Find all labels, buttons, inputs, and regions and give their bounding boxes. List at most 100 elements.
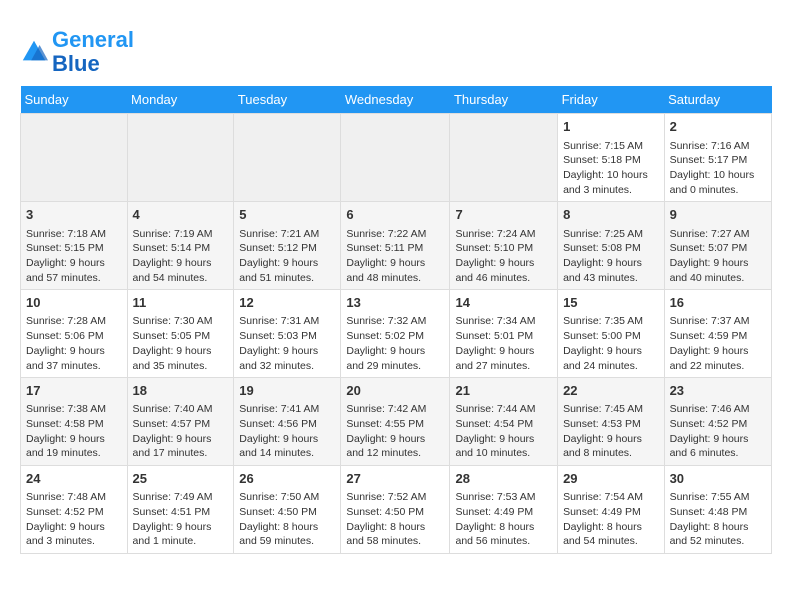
- calendar-cell: 24 Sunrise: 7:48 AM Sunset: 4:52 PM Dayli…: [21, 466, 128, 554]
- logo-text: General Blue: [52, 28, 134, 76]
- weekday-header-wednesday: Wednesday: [341, 86, 450, 114]
- calendar-cell: 10 Sunrise: 7:28 AM Sunset: 5:06 PM Dayli…: [21, 290, 128, 378]
- calendar-cell: 23Sunrise: 7:46 AM Sunset: 4:52 PM Dayli…: [664, 378, 771, 466]
- day-number: 29: [563, 470, 659, 488]
- day-number: 13: [346, 294, 444, 312]
- day-number: 24: [26, 470, 122, 488]
- calendar-cell: 6Sunrise: 7:22 AM Sunset: 5:11 PM Daylig…: [341, 202, 450, 290]
- day-info: Sunrise: 7:31 AM Sunset: 5:03 PM Dayligh…: [239, 314, 335, 373]
- calendar-body: 1Sunrise: 7:15 AM Sunset: 5:18 PM Daylig…: [21, 114, 772, 554]
- calendar-cell: [341, 114, 450, 202]
- week-row-4: 17 Sunrise: 7:38 AM Sunset: 4:58 PM Dayli…: [21, 378, 772, 466]
- day-number: 22: [563, 382, 659, 400]
- week-row-2: 3 Sunrise: 7:18 AM Sunset: 5:15 PM Daylig…: [21, 202, 772, 290]
- calendar-cell: 30 Sunrise: 7:55 AM Sunset: 4:48 PM Dayli…: [664, 466, 771, 554]
- calendar-cell: 18 Sunrise: 7:40 AM Sunset: 4:57 PM Dayli…: [127, 378, 234, 466]
- day-number: 10: [26, 294, 122, 312]
- day-number: 30: [670, 470, 766, 488]
- calendar-header: SundayMondayTuesdayWednesdayThursdayFrid…: [21, 86, 772, 114]
- logo: General Blue: [20, 28, 134, 76]
- calendar-cell: 9Sunrise: 7:27 AM Sunset: 5:07 PM Daylig…: [664, 202, 771, 290]
- day-number: 16: [670, 294, 766, 312]
- day-info: Sunrise: 7:54 AM Sunset: 4:49 PM Dayligh…: [563, 490, 659, 549]
- day-info: Sunrise: 7:15 AM Sunset: 5:18 PM Dayligh…: [563, 139, 659, 198]
- calendar-cell: 27 Sunrise: 7:52 AM Sunset: 4:50 PM Dayli…: [341, 466, 450, 554]
- day-info: Sunrise: 7:42 AM Sunset: 4:55 PM Dayligh…: [346, 402, 444, 461]
- day-number: 18: [133, 382, 229, 400]
- calendar-cell: 26 Sunrise: 7:50 AM Sunset: 4:50 PM Dayli…: [234, 466, 341, 554]
- logo-icon: [20, 38, 48, 66]
- weekday-header-friday: Friday: [558, 86, 665, 114]
- day-number: 21: [455, 382, 552, 400]
- calendar-cell: 8 Sunrise: 7:25 AM Sunset: 5:08 PM Daylig…: [558, 202, 665, 290]
- day-info: Sunrise: 7:21 AM Sunset: 5:12 PM Dayligh…: [239, 227, 335, 286]
- day-info: Sunrise: 7:46 AM Sunset: 4:52 PM Dayligh…: [670, 402, 766, 461]
- weekday-header-saturday: Saturday: [664, 86, 771, 114]
- day-info: Sunrise: 7:30 AM Sunset: 5:05 PM Dayligh…: [133, 314, 229, 373]
- day-info: Sunrise: 7:40 AM Sunset: 4:57 PM Dayligh…: [133, 402, 229, 461]
- day-number: 27: [346, 470, 444, 488]
- day-info: Sunrise: 7:34 AM Sunset: 5:01 PM Dayligh…: [455, 314, 552, 373]
- day-info: Sunrise: 7:55 AM Sunset: 4:48 PM Dayligh…: [670, 490, 766, 549]
- day-number: 8: [563, 206, 659, 224]
- day-number: 17: [26, 382, 122, 400]
- day-info: Sunrise: 7:50 AM Sunset: 4:50 PM Dayligh…: [239, 490, 335, 549]
- calendar-cell: [127, 114, 234, 202]
- page-header: General Blue: [20, 20, 772, 76]
- day-number: 7: [455, 206, 552, 224]
- day-info: Sunrise: 7:19 AM Sunset: 5:14 PM Dayligh…: [133, 227, 229, 286]
- day-info: Sunrise: 7:32 AM Sunset: 5:02 PM Dayligh…: [346, 314, 444, 373]
- calendar-cell: 25Sunrise: 7:49 AM Sunset: 4:51 PM Dayli…: [127, 466, 234, 554]
- day-number: 26: [239, 470, 335, 488]
- calendar-cell: 2Sunrise: 7:16 AM Sunset: 5:17 PM Daylig…: [664, 114, 771, 202]
- weekday-header-sunday: Sunday: [21, 86, 128, 114]
- day-number: 15: [563, 294, 659, 312]
- calendar-cell: 1Sunrise: 7:15 AM Sunset: 5:18 PM Daylig…: [558, 114, 665, 202]
- day-info: Sunrise: 7:53 AM Sunset: 4:49 PM Dayligh…: [455, 490, 552, 549]
- week-row-1: 1Sunrise: 7:15 AM Sunset: 5:18 PM Daylig…: [21, 114, 772, 202]
- day-number: 11: [133, 294, 229, 312]
- calendar-cell: 15 Sunrise: 7:35 AM Sunset: 5:00 PM Dayli…: [558, 290, 665, 378]
- calendar-cell: [234, 114, 341, 202]
- day-number: 4: [133, 206, 229, 224]
- day-info: Sunrise: 7:45 AM Sunset: 4:53 PM Dayligh…: [563, 402, 659, 461]
- day-info: Sunrise: 7:48 AM Sunset: 4:52 PM Dayligh…: [26, 490, 122, 549]
- day-info: Sunrise: 7:35 AM Sunset: 5:00 PM Dayligh…: [563, 314, 659, 373]
- calendar-cell: 7Sunrise: 7:24 AM Sunset: 5:10 PM Daylig…: [450, 202, 558, 290]
- calendar-cell: 4 Sunrise: 7:19 AM Sunset: 5:14 PM Daylig…: [127, 202, 234, 290]
- week-row-5: 24 Sunrise: 7:48 AM Sunset: 4:52 PM Dayli…: [21, 466, 772, 554]
- weekday-header-monday: Monday: [127, 86, 234, 114]
- day-number: 14: [455, 294, 552, 312]
- weekday-header-row: SundayMondayTuesdayWednesdayThursdayFrid…: [21, 86, 772, 114]
- calendar-cell: 17 Sunrise: 7:38 AM Sunset: 4:58 PM Dayli…: [21, 378, 128, 466]
- day-number: 19: [239, 382, 335, 400]
- day-number: 9: [670, 206, 766, 224]
- calendar-cell: 19 Sunrise: 7:41 AM Sunset: 4:56 PM Dayli…: [234, 378, 341, 466]
- calendar-cell: 3 Sunrise: 7:18 AM Sunset: 5:15 PM Daylig…: [21, 202, 128, 290]
- day-info: Sunrise: 7:18 AM Sunset: 5:15 PM Dayligh…: [26, 227, 122, 286]
- calendar-cell: 13 Sunrise: 7:32 AM Sunset: 5:02 PM Dayli…: [341, 290, 450, 378]
- day-info: Sunrise: 7:52 AM Sunset: 4:50 PM Dayligh…: [346, 490, 444, 549]
- calendar-cell: 12Sunrise: 7:31 AM Sunset: 5:03 PM Dayli…: [234, 290, 341, 378]
- day-info: Sunrise: 7:28 AM Sunset: 5:06 PM Dayligh…: [26, 314, 122, 373]
- week-row-3: 10 Sunrise: 7:28 AM Sunset: 5:06 PM Dayli…: [21, 290, 772, 378]
- day-info: Sunrise: 7:22 AM Sunset: 5:11 PM Dayligh…: [346, 227, 444, 286]
- calendar-cell: 14 Sunrise: 7:34 AM Sunset: 5:01 PM Dayli…: [450, 290, 558, 378]
- calendar-cell: 11 Sunrise: 7:30 AM Sunset: 5:05 PM Dayli…: [127, 290, 234, 378]
- day-info: Sunrise: 7:37 AM Sunset: 4:59 PM Dayligh…: [670, 314, 766, 373]
- day-number: 28: [455, 470, 552, 488]
- calendar-cell: 20 Sunrise: 7:42 AM Sunset: 4:55 PM Dayli…: [341, 378, 450, 466]
- day-number: 20: [346, 382, 444, 400]
- day-number: 25: [133, 470, 229, 488]
- calendar-cell: 28 Sunrise: 7:53 AM Sunset: 4:49 PM Dayli…: [450, 466, 558, 554]
- day-info: Sunrise: 7:25 AM Sunset: 5:08 PM Dayligh…: [563, 227, 659, 286]
- calendar-cell: 5 Sunrise: 7:21 AM Sunset: 5:12 PM Daylig…: [234, 202, 341, 290]
- day-number: 5: [239, 206, 335, 224]
- day-number: 3: [26, 206, 122, 224]
- calendar-table: SundayMondayTuesdayWednesdayThursdayFrid…: [20, 86, 772, 554]
- calendar-cell: [21, 114, 128, 202]
- day-info: Sunrise: 7:41 AM Sunset: 4:56 PM Dayligh…: [239, 402, 335, 461]
- calendar-cell: 29 Sunrise: 7:54 AM Sunset: 4:49 PM Dayli…: [558, 466, 665, 554]
- day-info: Sunrise: 7:38 AM Sunset: 4:58 PM Dayligh…: [26, 402, 122, 461]
- calendar-cell: 22 Sunrise: 7:45 AM Sunset: 4:53 PM Dayli…: [558, 378, 665, 466]
